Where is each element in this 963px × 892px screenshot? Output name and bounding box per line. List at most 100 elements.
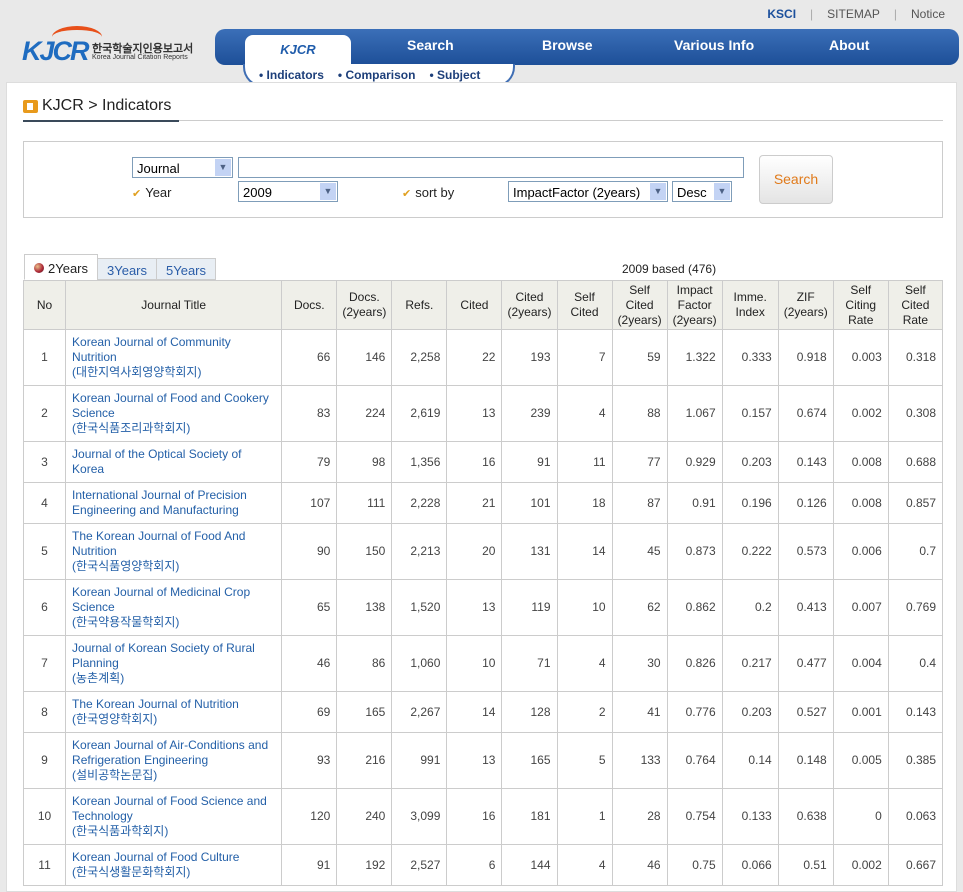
cell-value: 71 bbox=[501, 635, 558, 692]
check-icon: ✔ bbox=[132, 188, 142, 200]
chevron-down-icon: ▼ bbox=[714, 183, 730, 200]
cell-value: 0.754 bbox=[666, 788, 723, 845]
cell-value: 0.203 bbox=[721, 691, 779, 733]
journal-title-korean[interactable]: (한국식생활문화학회지) bbox=[72, 865, 275, 880]
column-header: Cited (2years) bbox=[501, 280, 558, 330]
journal-title[interactable]: The Korean Journal of Nutrition bbox=[72, 697, 275, 712]
cell-value: 90 bbox=[281, 523, 338, 580]
row-number: 11 bbox=[22, 844, 67, 886]
column-header: Self Cited Rate bbox=[887, 280, 944, 330]
cell-value: 1.322 bbox=[666, 329, 723, 386]
divider bbox=[179, 120, 943, 121]
row-number: 10 bbox=[22, 788, 67, 845]
ksci-link[interactable]: KSCI bbox=[767, 7, 796, 21]
cell-value: 14 bbox=[446, 691, 503, 733]
cell-value: 3,099 bbox=[391, 788, 448, 845]
cell-value: 28 bbox=[611, 788, 668, 845]
nav-various-info[interactable]: Various Info bbox=[674, 37, 754, 53]
tab-5years[interactable]: 5Years bbox=[156, 258, 216, 280]
cell-value: 224 bbox=[336, 385, 393, 442]
journal-title-link[interactable]: Korean Journal of Food Culture (한국식생활문화학회… bbox=[65, 844, 283, 886]
cell-value: 2,258 bbox=[391, 329, 448, 386]
cell-value: 4 bbox=[556, 844, 613, 886]
journal-title-link[interactable]: Journal of the Optical Society of Korea bbox=[65, 441, 283, 483]
sitemap-link[interactable]: SITEMAP bbox=[827, 7, 880, 21]
cell-value: 16 bbox=[446, 441, 503, 483]
table-row: 8 The Korean Journal of Nutrition (한국영양학회지… bbox=[22, 691, 944, 733]
journal-title-link[interactable]: Korean Journal of Air-Conditions and Ref… bbox=[65, 732, 283, 789]
journal-title[interactable]: Korean Journal of Air-Conditions and Ref… bbox=[72, 738, 275, 768]
cell-value: 0.318 bbox=[887, 329, 944, 386]
tab-3years[interactable]: 3Years bbox=[97, 258, 157, 280]
journal-title-link[interactable]: Journal of Korean Society of Rural Plann… bbox=[65, 635, 283, 692]
cell-value: 2,267 bbox=[391, 691, 448, 733]
journal-title[interactable]: Korean Journal of Food Science and Techn… bbox=[72, 794, 275, 824]
table-row: 11 Korean Journal of Food Culture (한국식생활문화… bbox=[22, 844, 944, 886]
journal-title-korean[interactable]: (대한지역사회영양학회지) bbox=[72, 365, 275, 380]
journal-title-korean[interactable]: (한국식품영양학회지) bbox=[72, 559, 275, 574]
cell-value: 192 bbox=[336, 844, 393, 886]
cell-value: 0.14 bbox=[721, 732, 779, 789]
journal-title-link[interactable]: Korean Journal of Medicinal Crop Science… bbox=[65, 579, 283, 636]
cell-value: 2,619 bbox=[391, 385, 448, 442]
cell-value: 0.002 bbox=[832, 844, 889, 886]
cell-value: 0.2 bbox=[721, 579, 779, 636]
journal-title[interactable]: International Journal of Precision Engin… bbox=[72, 488, 275, 518]
row-number: 7 bbox=[22, 635, 67, 692]
cell-value: 22 bbox=[446, 329, 503, 386]
search-button[interactable]: Search bbox=[759, 155, 833, 204]
journal-title-link[interactable]: Korean Journal of Food and Cookery Scien… bbox=[65, 385, 283, 442]
search-input[interactable] bbox=[238, 157, 744, 178]
row-number: 8 bbox=[22, 691, 67, 733]
journal-title-korean[interactable]: (농촌계획) bbox=[72, 671, 275, 686]
journal-title[interactable]: The Korean Journal of Food And Nutrition bbox=[72, 529, 275, 559]
year-select[interactable]: 2009 ▼ bbox=[238, 181, 338, 202]
nav-kjcr[interactable]: KJCR bbox=[245, 35, 351, 65]
nav-browse[interactable]: Browse bbox=[542, 37, 593, 53]
cell-value: 133 bbox=[611, 732, 668, 789]
journal-title[interactable]: Korean Journal of Medicinal Crop Science bbox=[72, 585, 275, 615]
cell-value: 120 bbox=[281, 788, 338, 845]
nav-search[interactable]: Search bbox=[407, 37, 454, 53]
notice-link[interactable]: Notice bbox=[911, 7, 945, 21]
nav-about[interactable]: About bbox=[829, 37, 869, 53]
cell-value: 2,527 bbox=[391, 844, 448, 886]
journal-title-korean[interactable]: (한국식품과학회지) bbox=[72, 824, 275, 839]
cell-value: 0.477 bbox=[777, 635, 834, 692]
cell-value: 0.148 bbox=[777, 732, 834, 789]
order-select[interactable]: Desc ▼ bbox=[672, 181, 732, 202]
cell-value: 6 bbox=[446, 844, 503, 886]
journal-title-korean[interactable]: (한국식품조리과학회지) bbox=[72, 421, 275, 436]
table-row: 2 Korean Journal of Food and Cookery Scie… bbox=[22, 385, 944, 442]
cell-value: 0.143 bbox=[887, 691, 944, 733]
cell-value: 240 bbox=[336, 788, 393, 845]
journal-title-korean[interactable]: (한국약용작물학회지) bbox=[72, 615, 275, 630]
cell-value: 1,356 bbox=[391, 441, 448, 483]
journal-title-korean[interactable]: (설비공학논문집) bbox=[72, 768, 275, 783]
column-header: Docs. bbox=[281, 280, 338, 330]
sort-by-select[interactable]: ImpactFactor (2years) ▼ bbox=[508, 181, 668, 202]
cell-value: 119 bbox=[501, 579, 558, 636]
journal-title[interactable]: Journal of Korean Society of Rural Plann… bbox=[72, 641, 275, 671]
journal-title-link[interactable]: Korean Journal of Food Science and Techn… bbox=[65, 788, 283, 845]
column-header: Imme. Index bbox=[721, 280, 779, 330]
cell-value: 216 bbox=[336, 732, 393, 789]
journal-title-link[interactable]: International Journal of Precision Engin… bbox=[65, 482, 283, 524]
journal-title-link[interactable]: Korean Journal of Community Nutrition (대한… bbox=[65, 329, 283, 386]
logo-text: KJCR bbox=[22, 36, 90, 66]
cell-value: 0.126 bbox=[777, 482, 834, 524]
row-number: 5 bbox=[22, 523, 67, 580]
field-type-select[interactable]: Journal ▼ bbox=[132, 157, 233, 178]
cell-value: 0.667 bbox=[887, 844, 944, 886]
journal-title-link[interactable]: The Korean Journal of Food And Nutrition… bbox=[65, 523, 283, 580]
journal-title[interactable]: Korean Journal of Food Culture bbox=[72, 850, 275, 865]
logo-english: Korea Journal Citation Reports bbox=[92, 54, 188, 61]
tab-2years[interactable]: 2Years bbox=[24, 254, 98, 280]
journal-title-link[interactable]: The Korean Journal of Nutrition (한국영양학회지) bbox=[65, 691, 283, 733]
table-row: 10 Korean Journal of Food Science and Tec… bbox=[22, 788, 944, 845]
journal-title[interactable]: Journal of the Optical Society of Korea bbox=[72, 447, 275, 477]
kjcr-logo[interactable]: KJCR 한국학술지인용보고서 Korea Journal Citation R… bbox=[22, 24, 212, 68]
journal-title[interactable]: Korean Journal of Community Nutrition bbox=[72, 335, 275, 365]
journal-title[interactable]: Korean Journal of Food and Cookery Scien… bbox=[72, 391, 275, 421]
journal-title-korean[interactable]: (한국영양학회지) bbox=[72, 712, 275, 727]
